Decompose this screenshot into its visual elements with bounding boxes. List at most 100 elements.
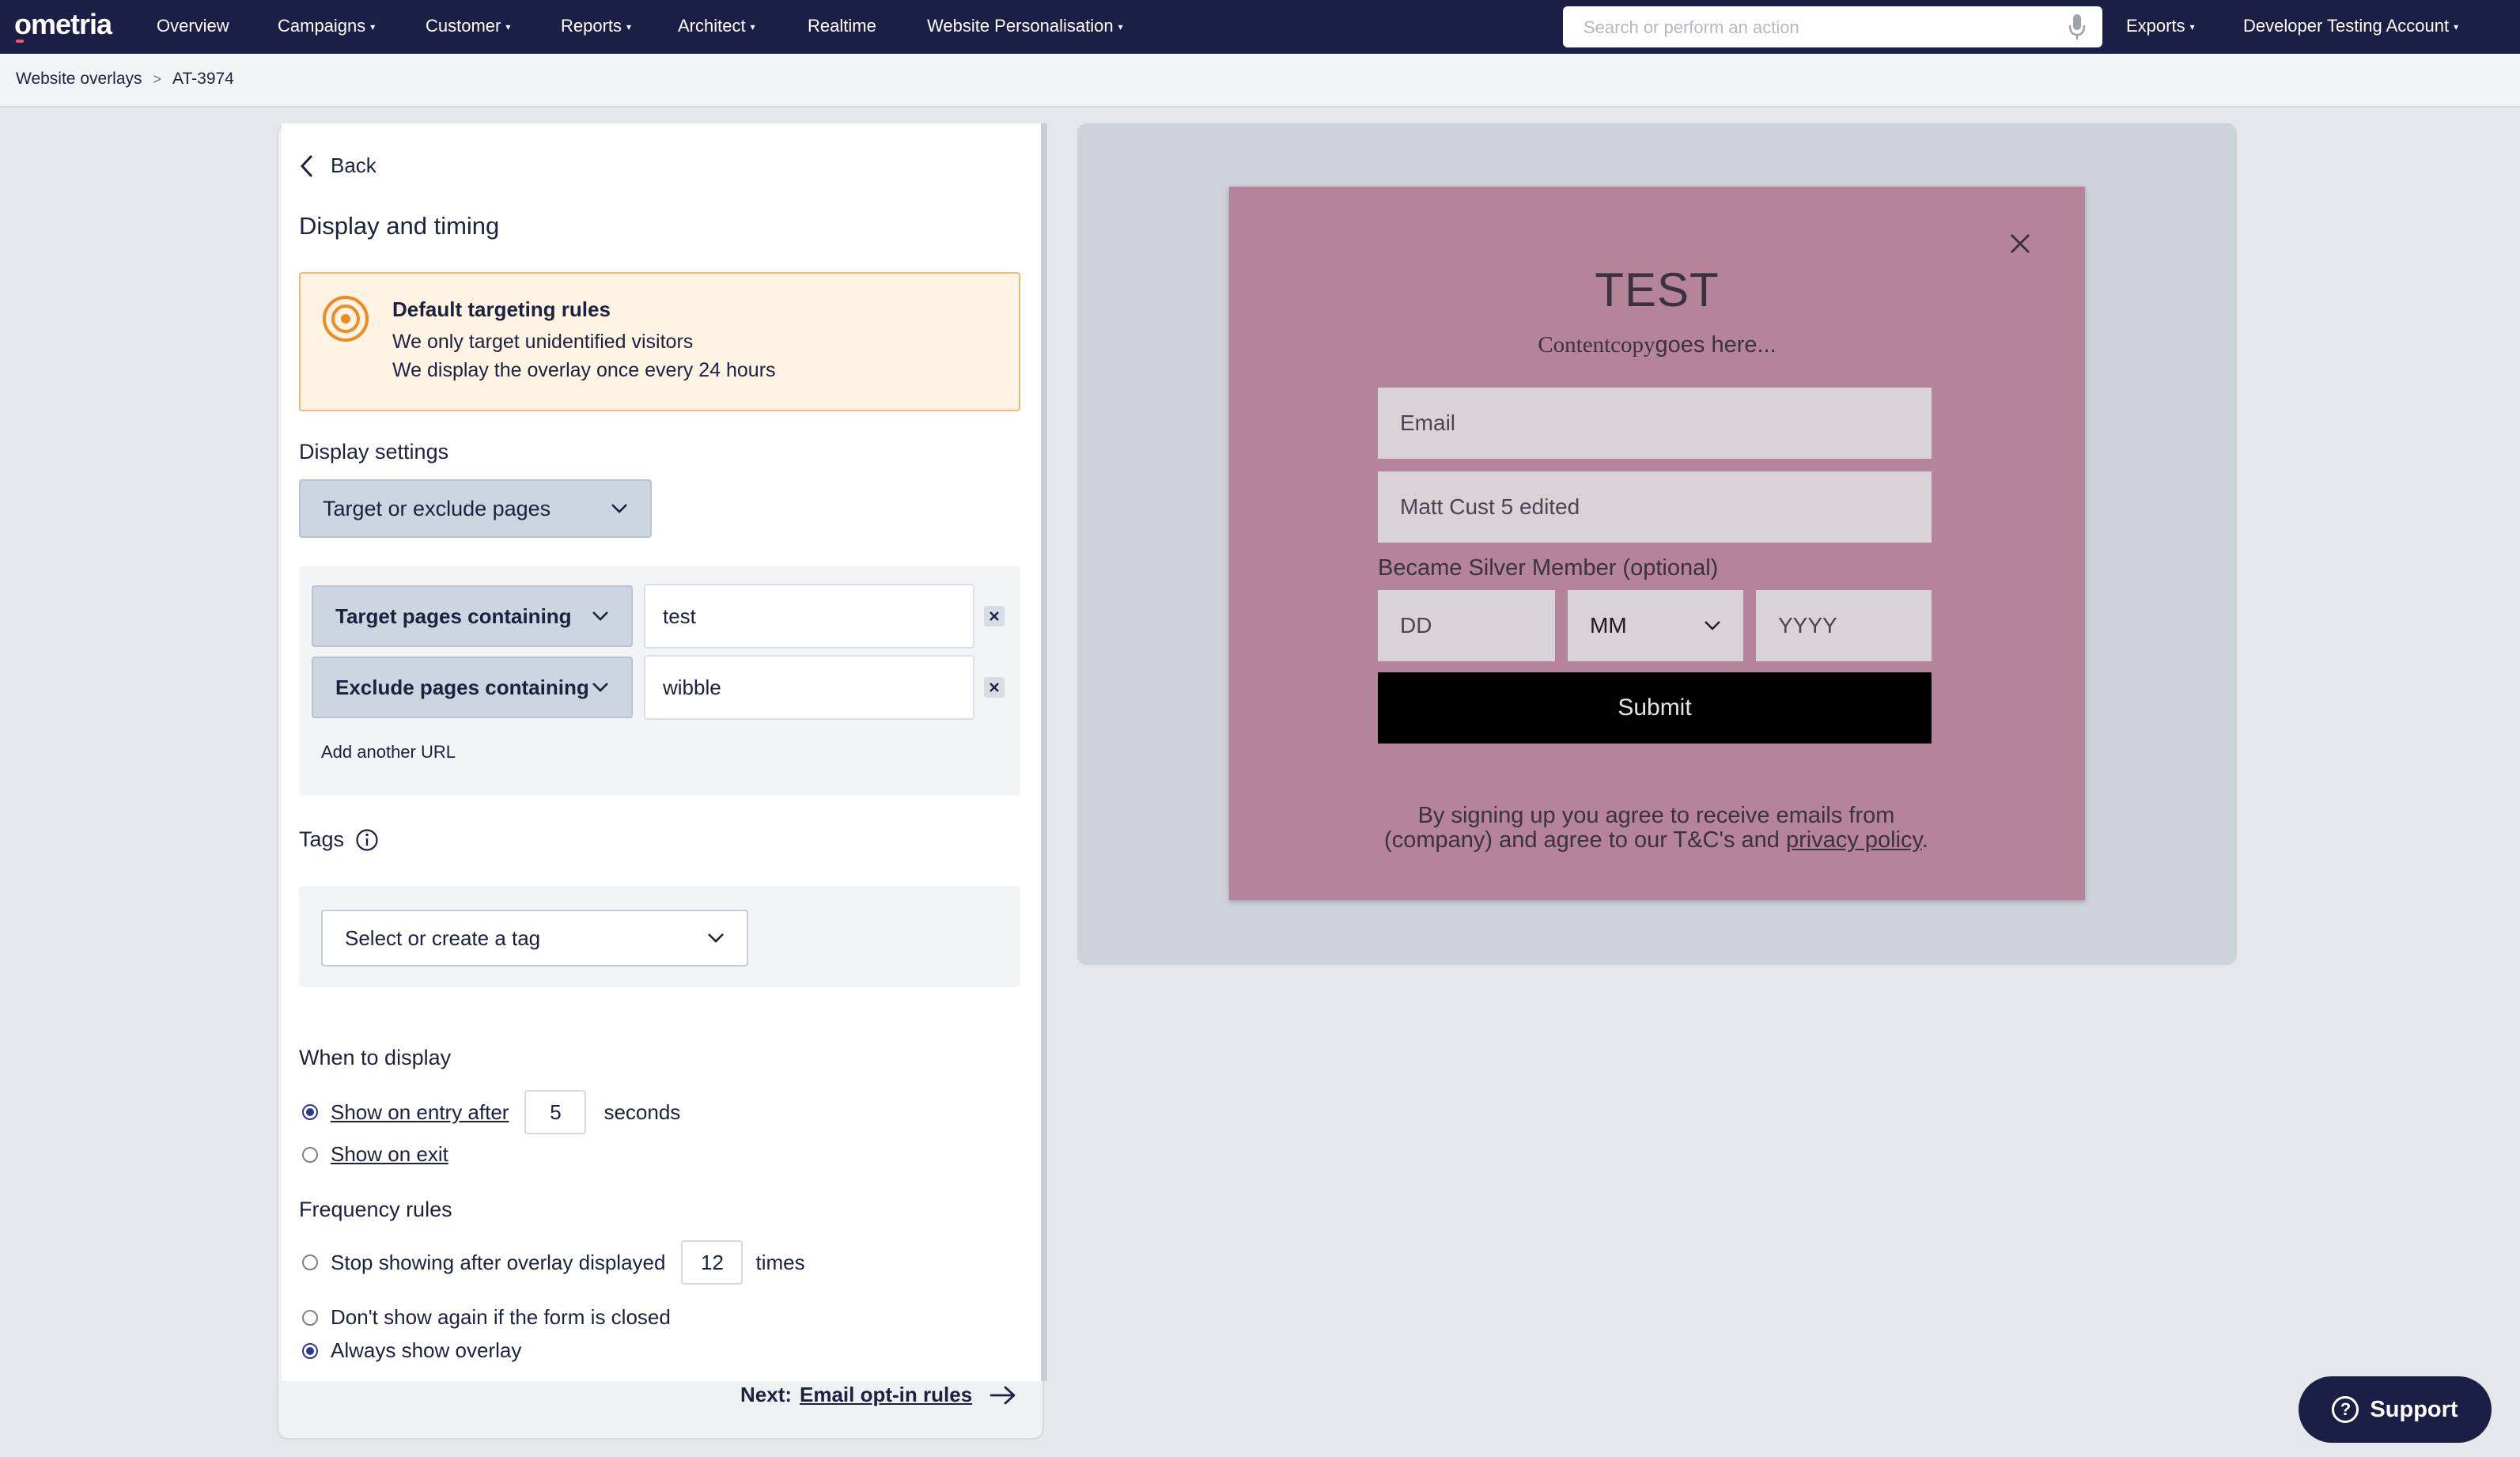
tags-label: Tags (299, 827, 345, 851)
entry-seconds-input[interactable]: 5 (524, 1090, 587, 1134)
freq-stop-row: Stop showing after overlay displayed 12 … (302, 1240, 805, 1285)
info-icon[interactable] (355, 828, 379, 852)
overlay-title: TEST (1595, 263, 1720, 316)
terms-end: . (1921, 827, 1928, 853)
nav-customer[interactable]: Customer ▾ (426, 16, 510, 36)
caret-down-icon: ▾ (1118, 21, 1123, 33)
date-label: Became Silver Member (optional) (1378, 555, 1719, 581)
ometria-logo[interactable]: ometria (14, 8, 112, 41)
tags-area: Select or create a tag (299, 886, 1020, 987)
next-step[interactable]: Next: Email opt-in rules (740, 1383, 1016, 1407)
microphone-icon[interactable] (2068, 13, 2087, 41)
month-value: MM (1590, 613, 1627, 638)
overlay-email-field[interactable]: Email (1378, 388, 1932, 459)
name-value: Matt Cust 5 edited (1400, 494, 1580, 519)
freq-always-radio[interactable] (302, 1342, 318, 1359)
exit-radio[interactable] (302, 1146, 318, 1163)
nav-exports[interactable]: Exports ▾ (2126, 16, 2195, 36)
next-step-link[interactable]: Email opt-in rules (800, 1383, 972, 1407)
targeting-line-2: We display the overlay once every 24 hou… (392, 359, 776, 381)
next-prefix: Next: (740, 1383, 793, 1406)
add-url-link[interactable]: Add another URL (321, 742, 456, 763)
times-label: times (755, 1250, 805, 1274)
back-button[interactable]: Back (299, 153, 376, 178)
seconds-label: seconds (604, 1099, 681, 1124)
tag-select[interactable]: Select or create a tag (321, 910, 748, 967)
freq-always-label[interactable]: Always show overlay (331, 1338, 521, 1363)
nav-reports[interactable]: Reports ▾ (561, 16, 631, 36)
display-timing-panel: Back Display and timing Default targetin… (282, 123, 1047, 1381)
email-placeholder: Email (1400, 411, 1456, 435)
close-icon[interactable] (2009, 233, 2031, 255)
year-field[interactable]: YYYY (1756, 590, 1932, 661)
chevron-down-icon (592, 683, 608, 692)
breadcrumb-current: AT-3974 (172, 70, 234, 88)
freq-stop-label[interactable]: Stop showing after overlay displayed (331, 1251, 665, 1275)
entry-radio[interactable] (302, 1104, 318, 1120)
remove-exclude-rule-button[interactable] (984, 677, 1005, 698)
freq-closed-label[interactable]: Don't show again if the form is closed (331, 1305, 671, 1330)
when-to-display-label: When to display (299, 1046, 452, 1069)
day-field[interactable]: DD (1378, 590, 1555, 661)
chevron-left-icon (300, 155, 312, 176)
freq-times-input[interactable]: 12 (681, 1240, 744, 1285)
day-placeholder: DD (1400, 613, 1432, 638)
url-rules-area: Target pages containing test Exclude pag… (299, 566, 1020, 796)
arrow-right-icon[interactable] (989, 1385, 1016, 1406)
overlay-copy-serif: Contentcopy (1538, 332, 1655, 358)
nav-overview[interactable]: Overview (157, 16, 229, 36)
search-input[interactable]: Search or perform an action (1563, 6, 2102, 47)
exit-option-label[interactable]: Show on exit (331, 1142, 448, 1167)
close-icon (989, 683, 999, 692)
support-button[interactable]: ? Support (2299, 1376, 2492, 1443)
year-placeholder: YYYY (1778, 613, 1837, 638)
nav-architect[interactable]: Architect ▾ (678, 16, 755, 36)
terms-text: By signing up you agree to receive email… (1364, 804, 1949, 853)
breadcrumb-bar: Website overlays > AT-3974 (0, 54, 2520, 108)
breadcrumb-website-overlays[interactable]: Website overlays (16, 70, 142, 88)
target-url-input[interactable]: test (644, 584, 974, 649)
tags-heading: Tags (299, 827, 379, 852)
chevron-down-icon (708, 933, 724, 943)
exclude-mode-dropdown[interactable]: Exclude pages containing (312, 657, 633, 718)
caret-down-icon: ▾ (2189, 21, 2195, 33)
freq-stop-radio[interactable] (302, 1255, 318, 1270)
caret-down-icon: ▾ (750, 21, 755, 33)
target-mode-dropdown[interactable]: Target pages containing (312, 585, 633, 647)
remove-target-rule-button[interactable] (984, 606, 1005, 626)
support-label: Support (2370, 1396, 2458, 1422)
target-url-value: test (663, 604, 696, 628)
panel-scrollbar[interactable] (1041, 123, 1047, 1381)
page-title: Display and timing (299, 212, 500, 240)
nav-campaigns[interactable]: Campaigns ▾ (278, 16, 375, 36)
display-settings-value: Target or exclude pages (323, 496, 551, 520)
tag-select-placeholder: Select or create a tag (345, 925, 541, 950)
freq-closed-row: Don't show again if the form is closed (302, 1305, 671, 1330)
overlay-copy-rest: goes here... (1655, 332, 1776, 358)
display-settings-dropdown[interactable]: Target or exclude pages (299, 479, 652, 538)
month-select[interactable]: MM (1568, 590, 1743, 661)
nav-website-personalisation[interactable]: Website Personalisation ▾ (927, 16, 1123, 36)
caret-down-icon: ▾ (505, 21, 511, 33)
close-icon (989, 611, 999, 621)
overlay-name-field[interactable]: Matt Cust 5 edited (1378, 471, 1932, 543)
back-label: Back (331, 153, 376, 177)
entry-option-label[interactable]: Show on entry after (331, 1100, 509, 1125)
privacy-policy-link[interactable]: privacy policy (1786, 827, 1922, 853)
caret-down-icon: ▾ (370, 21, 376, 33)
exclude-url-input[interactable]: wibble (644, 655, 974, 720)
nav-realtime[interactable]: Realtime (808, 16, 876, 36)
top-navigation-bar: ometria Overview Campaigns ▾ Customer ▾ Re… (0, 0, 2520, 54)
targeting-line-1: We only target unidentified visitors (392, 331, 694, 353)
freq-closed-radio[interactable] (302, 1309, 318, 1326)
submit-button[interactable]: Submit (1378, 672, 1932, 744)
caret-down-icon: ▾ (2454, 21, 2459, 33)
chevron-down-icon (611, 504, 627, 513)
target-icon (323, 296, 369, 342)
overlay-preview: TEST Contentcopygoes here... Email Matt … (1229, 187, 2085, 900)
exclude-mode-label: Exclude pages containing (335, 675, 589, 699)
logo-accent (16, 40, 24, 43)
default-targeting-notice: Default targeting rules We only target u… (299, 272, 1020, 411)
account-menu[interactable]: Developer Testing Account ▾ (2243, 16, 2458, 36)
breadcrumb-separator: > (153, 71, 162, 87)
